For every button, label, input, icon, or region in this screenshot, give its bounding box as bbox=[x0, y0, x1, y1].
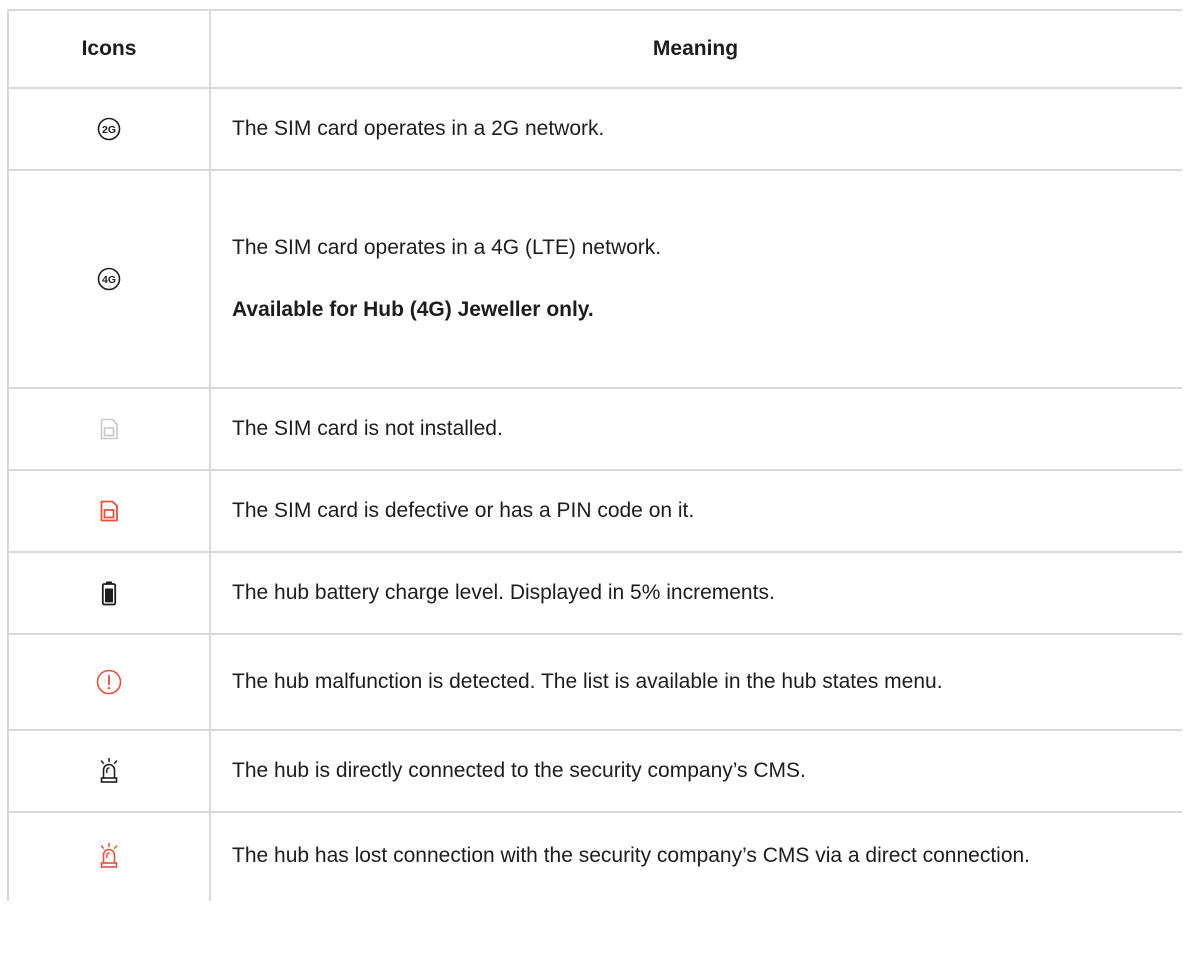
malfunction-icon bbox=[93, 666, 125, 698]
meaning-column-header: Meaning bbox=[209, 9, 1181, 89]
table-row: The hub has lost connection with the sec… bbox=[7, 811, 1181, 900]
svg-text:4G: 4G bbox=[102, 274, 116, 286]
table-row: The SIM card is not installed. bbox=[7, 387, 1181, 471]
meaning-text: The hub has lost connection with the sec… bbox=[232, 844, 1031, 867]
battery-icon bbox=[93, 577, 125, 609]
2g-network-icon: 2G bbox=[93, 113, 125, 145]
table-row: The hub malfunction is detected. The lis… bbox=[7, 633, 1181, 731]
meaning-text: The SIM card is not installed. bbox=[232, 417, 503, 440]
table-row: 2G The SIM card operates in a 2G network… bbox=[7, 87, 1181, 171]
icons-column-header: Icons bbox=[7, 9, 211, 89]
sim-card-error-icon bbox=[93, 495, 125, 527]
meaning-text: The hub malfunction is detected. The lis… bbox=[232, 670, 943, 693]
icons-legend-table: Icons Meaning 2G The SIM card operates i… bbox=[7, 9, 1182, 901]
svg-text:2G: 2G bbox=[102, 124, 116, 136]
meaning-text: The hub is directly connected to the sec… bbox=[232, 759, 806, 782]
meaning-text: The hub battery charge level. Displayed … bbox=[232, 581, 775, 604]
availability-note: Available for Hub (4G) Jeweller only. bbox=[232, 298, 594, 321]
table-row: The hub is directly connected to the sec… bbox=[7, 729, 1181, 813]
4g-network-icon: 4G bbox=[93, 263, 125, 295]
siren-error-icon bbox=[93, 840, 125, 872]
siren-icon bbox=[93, 755, 125, 787]
meaning-text: The SIM card is defective or has a PIN c… bbox=[232, 499, 695, 522]
sim-card-icon bbox=[93, 413, 125, 445]
table-header-row: Icons Meaning bbox=[7, 9, 1181, 89]
table-row: 4G The SIM card operates in a 4G (LTE) n… bbox=[7, 169, 1181, 389]
meaning-text: The SIM card operates in a 4G (LTE) netw… bbox=[232, 236, 662, 259]
meaning-text: The SIM card operates in a 2G network. bbox=[232, 117, 605, 140]
table-row: The hub battery charge level. Displayed … bbox=[7, 551, 1181, 635]
table-row: The SIM card is defective or has a PIN c… bbox=[7, 469, 1181, 553]
